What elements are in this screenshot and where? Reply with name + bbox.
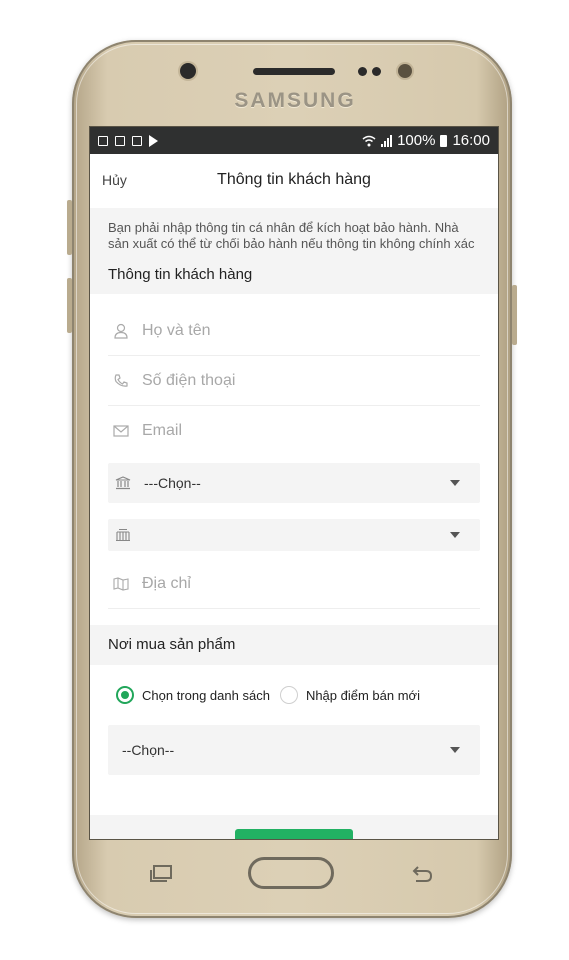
name-placeholder: Họ và tên bbox=[142, 321, 211, 339]
email-placeholder: Email bbox=[142, 421, 183, 439]
back-icon[interactable] bbox=[410, 865, 434, 883]
phone-placeholder: Số điện thoại bbox=[142, 371, 236, 389]
option-list-label[interactable]: Chọn trong danh sách bbox=[142, 688, 270, 703]
chevron-down-icon bbox=[450, 747, 460, 753]
district-icon bbox=[114, 526, 132, 544]
envelope-icon bbox=[112, 422, 130, 440]
status-bar: 100% 16:00 bbox=[90, 127, 498, 154]
chevron-down-icon bbox=[450, 532, 460, 538]
radio-new-store[interactable] bbox=[279, 686, 298, 704]
clock: 16:00 bbox=[452, 132, 490, 149]
email-notification-icon bbox=[132, 135, 142, 146]
purchase-option-group: Chọn trong danh sách Nhập điểm bán mới bbox=[90, 665, 498, 725]
customer-info-heading: Thông tin khách hàng bbox=[90, 256, 498, 294]
purchase-place-heading: Nơi mua sản phẩm bbox=[90, 625, 498, 665]
home-button[interactable] bbox=[248, 857, 334, 889]
map-icon bbox=[112, 575, 130, 593]
brand-logo: SAMSUNG bbox=[234, 89, 356, 112]
warranty-notice: Bạn phải nhập thông tin cá nhân để kích … bbox=[90, 208, 498, 256]
signal-icon bbox=[381, 134, 393, 147]
name-field[interactable]: Họ và tên bbox=[108, 306, 480, 356]
submit-button[interactable] bbox=[235, 829, 353, 839]
app-header: Hủy Thông tin khách hàng bbox=[90, 154, 498, 208]
power-button bbox=[67, 278, 72, 333]
front-camera bbox=[180, 63, 196, 79]
user-icon bbox=[112, 322, 130, 340]
proximity-sensor bbox=[358, 67, 367, 76]
radio-choose-from-list[interactable] bbox=[116, 686, 134, 704]
province-select[interactable]: ---Chọn-- bbox=[108, 463, 480, 503]
play-store-icon bbox=[149, 134, 158, 147]
district-select[interactable] bbox=[108, 519, 480, 551]
address-placeholder: Địa chỉ bbox=[142, 574, 191, 592]
phone-screen: 100% 16:00 Hủy Thông tin khách hàng Bạn … bbox=[89, 126, 499, 840]
page-title: Thông tin khách hàng bbox=[217, 171, 371, 188]
chevron-down-icon bbox=[450, 480, 460, 486]
battery-percent: 100% bbox=[397, 132, 436, 149]
image-notification-icon bbox=[115, 135, 125, 146]
side-button bbox=[512, 285, 517, 345]
earpiece-speaker bbox=[253, 68, 335, 75]
light-sensor bbox=[372, 67, 381, 76]
option-new-label[interactable]: Nhập điểm bán mới bbox=[306, 688, 420, 703]
email-field[interactable]: Email bbox=[108, 406, 480, 455]
battery-icon bbox=[440, 134, 448, 147]
address-field[interactable]: Địa chỉ bbox=[108, 559, 480, 609]
store-value: --Chọn-- bbox=[122, 742, 175, 758]
phone-field[interactable]: Số điện thoại bbox=[108, 356, 480, 406]
building-icon bbox=[114, 474, 132, 492]
recent-apps-icon[interactable] bbox=[150, 865, 174, 883]
phone-icon bbox=[112, 372, 130, 390]
province-value: ---Chọn-- bbox=[144, 475, 201, 491]
store-select[interactable]: --Chọn-- bbox=[108, 725, 480, 775]
volume-button bbox=[67, 200, 72, 255]
wifi-icon bbox=[362, 135, 376, 146]
front-flash bbox=[398, 64, 412, 78]
mail-notification-icon bbox=[98, 135, 108, 146]
